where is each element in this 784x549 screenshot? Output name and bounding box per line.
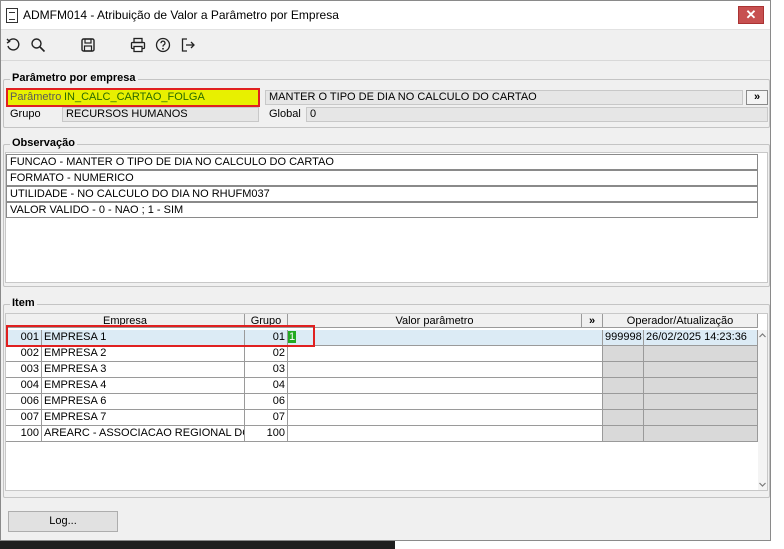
close-button[interactable]: ✕: [738, 6, 764, 24]
cell-valor[interactable]: [288, 378, 603, 394]
cell-atualizacao: [644, 426, 758, 442]
observacao-line: FORMATO - NUMERICO: [6, 170, 758, 186]
cell-valor[interactable]: 1: [288, 330, 603, 346]
save-icon[interactable]: [78, 35, 98, 55]
cell-valor[interactable]: [288, 410, 603, 426]
help-icon[interactable]: [153, 35, 173, 55]
document-icon: [6, 8, 18, 23]
header-valor[interactable]: Valor parâmetro: [288, 314, 582, 328]
param-description-field: MANTER O TIPO DE DIA NO CALCULO DO CARTA…: [265, 90, 743, 105]
cell-empresa[interactable]: EMPRESA 7: [42, 410, 245, 426]
cell-empresa[interactable]: EMPRESA 3: [42, 362, 245, 378]
param-section-legend: Parâmetro por empresa: [10, 72, 138, 84]
cell-grupo[interactable]: 02: [245, 346, 288, 362]
main-window: ADMFM014 - Atribuição de Valor a Parâmet…: [0, 0, 771, 541]
cell-grupo[interactable]: 03: [245, 362, 288, 378]
cell-code[interactable]: 100: [6, 426, 42, 442]
cell-code[interactable]: 003: [6, 362, 42, 378]
cell-atualizacao: 26/02/2025 14:23:36: [644, 330, 758, 346]
print-icon[interactable]: [128, 35, 148, 55]
cell-empresa[interactable]: EMPRESA 2: [42, 346, 245, 362]
cell-operador: [603, 394, 644, 410]
undo-icon[interactable]: [3, 35, 23, 55]
param-expand-button[interactable]: »: [746, 90, 768, 105]
observacao-line: VALOR VALIDO - 0 - NAO ; 1 - SIM: [6, 202, 758, 218]
cell-valor[interactable]: [288, 426, 603, 442]
cell-valor[interactable]: [288, 346, 603, 362]
cell-code[interactable]: 007: [6, 410, 42, 426]
cell-atualizacao: [644, 378, 758, 394]
global-field: 0: [306, 107, 768, 122]
window-title: ADMFM014 - Atribuição de Valor a Parâmet…: [23, 8, 339, 22]
cell-operador: [603, 346, 644, 362]
title-bar: ADMFM014 - Atribuição de Valor a Parâmet…: [1, 1, 770, 30]
cell-operador: [603, 378, 644, 394]
cell-code[interactable]: 006: [6, 394, 42, 410]
log-button[interactable]: Log...: [8, 511, 118, 532]
cell-code[interactable]: 002: [6, 346, 42, 362]
cell-operador: [603, 410, 644, 426]
cell-code[interactable]: 004: [6, 378, 42, 394]
cell-empresa[interactable]: EMPRESA 4: [42, 378, 245, 394]
observacao-box: FUNCAO - MANTER O TIPO DE DIA NO CALCULO…: [5, 152, 768, 283]
cell-operador: [603, 362, 644, 378]
exit-icon[interactable]: [178, 35, 198, 55]
param-value-field[interactable]: IN_CALC_CARTAO_FOLGA: [64, 91, 205, 104]
group-label: Grupo: [10, 108, 41, 120]
cell-empresa[interactable]: AREARC - ASSOCIACAO REGIONAL DOS: [42, 426, 245, 442]
cell-atualizacao: [644, 346, 758, 362]
observacao-legend: Observação: [10, 137, 77, 149]
row-highlight: [6, 325, 315, 347]
param-label: Parâmetro: [10, 91, 62, 103]
observacao-line: UTILIDADE - NO CALCULO DO DIA NO RHUFM03…: [6, 186, 758, 202]
item-legend: Item: [10, 297, 37, 309]
header-more-button[interactable]: »: [582, 314, 603, 328]
cell-operador: [603, 426, 644, 442]
cell-atualizacao: [644, 410, 758, 426]
toolbar: [1, 31, 770, 61]
cell-atualizacao: [644, 394, 758, 410]
taskbar: [0, 541, 395, 549]
observacao-line: FUNCAO - MANTER O TIPO DE DIA NO CALCULO…: [6, 154, 758, 170]
header-operador[interactable]: Operador/Atualização: [603, 314, 758, 328]
cell-operador: 999998: [603, 330, 644, 346]
cell-empresa[interactable]: EMPRESA 6: [42, 394, 245, 410]
search-icon[interactable]: [28, 35, 48, 55]
cell-grupo[interactable]: 06: [245, 394, 288, 410]
cell-valor[interactable]: [288, 394, 603, 410]
cell-grupo[interactable]: 07: [245, 410, 288, 426]
cell-valor[interactable]: [288, 362, 603, 378]
cell-grupo[interactable]: 04: [245, 378, 288, 394]
cell-atualizacao: [644, 362, 758, 378]
grid-scrollbar[interactable]: [758, 330, 767, 490]
global-label: Global: [269, 108, 301, 120]
group-field: RECURSOS HUMANOS: [62, 107, 259, 122]
cell-grupo[interactable]: 100: [245, 426, 288, 442]
